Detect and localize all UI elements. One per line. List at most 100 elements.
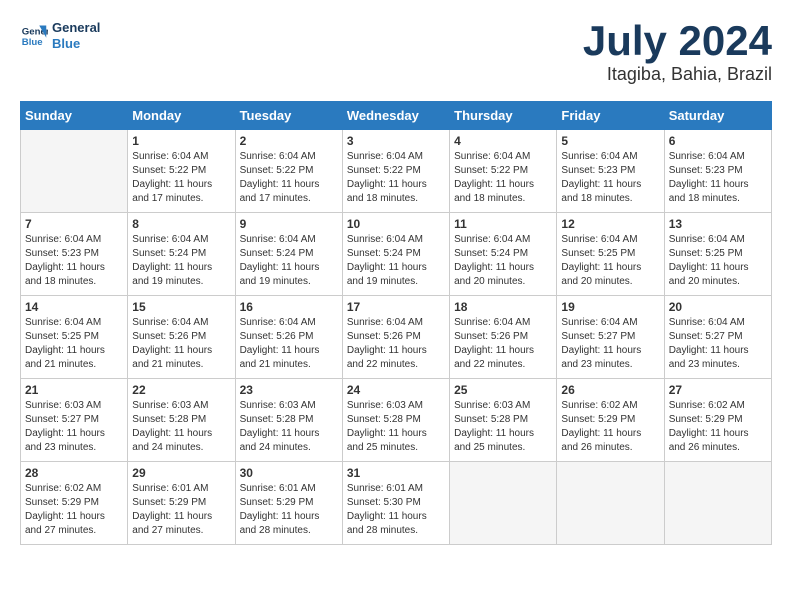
cell-sun-info: Sunrise: 6:04 AMSunset: 5:26 PMDaylight:… [454,316,552,372]
day-number: 26 [561,383,659,397]
day-number: 24 [347,383,445,397]
cell-sun-info: Sunrise: 6:04 AMSunset: 5:22 PMDaylight:… [454,150,552,206]
calendar-cell: 5 Sunrise: 6:04 AMSunset: 5:23 PMDaylight… [557,130,664,213]
weekday-header-monday: Monday [128,102,235,130]
day-number: 23 [240,383,338,397]
cell-sun-info: Sunrise: 6:03 AMSunset: 5:28 PMDaylight:… [132,399,230,455]
week-row-1: 1 Sunrise: 6:04 AMSunset: 5:22 PMDaylight… [21,130,772,213]
day-number: 10 [347,217,445,231]
cell-sun-info: Sunrise: 6:04 AMSunset: 5:25 PMDaylight:… [25,316,123,372]
calendar-cell: 26 Sunrise: 6:02 AMSunset: 5:29 PMDayligh… [557,379,664,462]
day-number: 8 [132,217,230,231]
calendar-cell: 25Sunrise: 6:03 AMSunset: 5:28 PMDayligh… [450,379,557,462]
cell-sun-info: Sunrise: 6:02 AMSunset: 5:29 PMDaylight:… [669,399,767,455]
day-number: 16 [240,300,338,314]
calendar-cell: 10 Sunrise: 6:04 AMSunset: 5:24 PMDayligh… [342,213,449,296]
day-number: 29 [132,466,230,480]
cell-sun-info: Sunrise: 6:03 AMSunset: 5:27 PMDaylight:… [25,399,123,455]
cell-sun-info: Sunrise: 6:04 AMSunset: 5:25 PMDaylight:… [561,233,659,289]
weekday-header-row: SundayMondayTuesdayWednesdayThursdayFrid… [21,102,772,130]
title-block: July 2024 Itagiba, Bahia, Brazil [583,20,772,85]
logo-icon: General Blue [20,22,48,50]
day-number: 30 [240,466,338,480]
location-title: Itagiba, Bahia, Brazil [583,64,772,85]
day-number: 31 [347,466,445,480]
day-number: 3 [347,134,445,148]
calendar-cell: 14 Sunrise: 6:04 AMSunset: 5:25 PMDayligh… [21,296,128,379]
cell-sun-info: Sunrise: 6:04 AMSunset: 5:22 PMDaylight:… [132,150,230,206]
cell-sun-info: Sunrise: 6:04 AMSunset: 5:24 PMDaylight:… [454,233,552,289]
day-number: 17 [347,300,445,314]
calendar-cell: 1 Sunrise: 6:04 AMSunset: 5:22 PMDaylight… [128,130,235,213]
calendar-cell: 7 Sunrise: 6:04 AMSunset: 5:23 PMDaylight… [21,213,128,296]
calendar-cell [664,462,771,545]
calendar-cell: 13 Sunrise: 6:04 AMSunset: 5:25 PMDayligh… [664,213,771,296]
weekday-header-tuesday: Tuesday [235,102,342,130]
calendar-cell: 23 Sunrise: 6:03 AMSunset: 5:28 PMDayligh… [235,379,342,462]
day-number: 19 [561,300,659,314]
weekday-header-friday: Friday [557,102,664,130]
cell-sun-info: Sunrise: 6:04 AMSunset: 5:26 PMDaylight:… [240,316,338,372]
cell-sun-info: Sunrise: 6:04 AMSunset: 5:27 PMDaylight:… [561,316,659,372]
calendar-cell: 16 Sunrise: 6:04 AMSunset: 5:26 PMDayligh… [235,296,342,379]
calendar-cell: 3 Sunrise: 6:04 AMSunset: 5:22 PMDaylight… [342,130,449,213]
calendar-cell: 20 Sunrise: 6:04 AMSunset: 5:27 PMDayligh… [664,296,771,379]
day-number: 27 [669,383,767,397]
cell-sun-info: Sunrise: 6:04 AMSunset: 5:24 PMDaylight:… [240,233,338,289]
day-number: 9 [240,217,338,231]
day-number: 2 [240,134,338,148]
week-row-5: 28 Sunrise: 6:02 AMSunset: 5:29 PMDayligh… [21,462,772,545]
cell-sun-info: Sunrise: 6:02 AMSunset: 5:29 PMDaylight:… [25,482,123,538]
logo-blue: Blue [52,36,100,52]
weekday-header-wednesday: Wednesday [342,102,449,130]
cell-sun-info: Sunrise: 6:04 AMSunset: 5:27 PMDaylight:… [669,316,767,372]
calendar-cell: 4 Sunrise: 6:04 AMSunset: 5:22 PMDaylight… [450,130,557,213]
day-number: 4 [454,134,552,148]
calendar-cell: 27 Sunrise: 6:02 AMSunset: 5:29 PMDayligh… [664,379,771,462]
day-number: 22 [132,383,230,397]
calendar-cell: 9 Sunrise: 6:04 AMSunset: 5:24 PMDaylight… [235,213,342,296]
day-number: 20 [669,300,767,314]
cell-sun-info: Sunrise: 6:01 AMSunset: 5:29 PMDaylight:… [132,482,230,538]
calendar-cell: 18 Sunrise: 6:04 AMSunset: 5:26 PMDayligh… [450,296,557,379]
calendar-cell: 31Sunrise: 6:01 AMSunset: 5:30 PMDayligh… [342,462,449,545]
weekday-header-saturday: Saturday [664,102,771,130]
day-number: 13 [669,217,767,231]
weekday-header-thursday: Thursday [450,102,557,130]
svg-text:Blue: Blue [22,36,43,47]
cell-sun-info: Sunrise: 6:04 AMSunset: 5:22 PMDaylight:… [240,150,338,206]
cell-sun-info: Sunrise: 6:01 AMSunset: 5:29 PMDaylight:… [240,482,338,538]
day-number: 7 [25,217,123,231]
cell-sun-info: Sunrise: 6:04 AMSunset: 5:24 PMDaylight:… [347,233,445,289]
day-number: 1 [132,134,230,148]
calendar-cell: 28 Sunrise: 6:02 AMSunset: 5:29 PMDayligh… [21,462,128,545]
calendar-cell [450,462,557,545]
calendar-cell: 17 Sunrise: 6:04 AMSunset: 5:26 PMDayligh… [342,296,449,379]
calendar-cell: 30 Sunrise: 6:01 AMSunset: 5:29 PMDayligh… [235,462,342,545]
cell-sun-info: Sunrise: 6:03 AMSunset: 5:28 PMDaylight:… [454,399,552,455]
calendar-cell [557,462,664,545]
cell-sun-info: Sunrise: 6:04 AMSunset: 5:26 PMDaylight:… [347,316,445,372]
day-number: 5 [561,134,659,148]
calendar-cell: 21 Sunrise: 6:03 AMSunset: 5:27 PMDayligh… [21,379,128,462]
calendar-cell [21,130,128,213]
day-number: 15 [132,300,230,314]
calendar-cell: 8 Sunrise: 6:04 AMSunset: 5:24 PMDaylight… [128,213,235,296]
day-number: 6 [669,134,767,148]
cell-sun-info: Sunrise: 6:03 AMSunset: 5:28 PMDaylight:… [240,399,338,455]
cell-sun-info: Sunrise: 6:04 AMSunset: 5:25 PMDaylight:… [669,233,767,289]
day-number: 18 [454,300,552,314]
cell-sun-info: Sunrise: 6:02 AMSunset: 5:29 PMDaylight:… [561,399,659,455]
calendar-cell: 6 Sunrise: 6:04 AMSunset: 5:23 PMDaylight… [664,130,771,213]
cell-sun-info: Sunrise: 6:04 AMSunset: 5:23 PMDaylight:… [25,233,123,289]
weekday-header-sunday: Sunday [21,102,128,130]
cell-sun-info: Sunrise: 6:04 AMSunset: 5:26 PMDaylight:… [132,316,230,372]
cell-sun-info: Sunrise: 6:04 AMSunset: 5:24 PMDaylight:… [132,233,230,289]
cell-sun-info: Sunrise: 6:04 AMSunset: 5:23 PMDaylight:… [561,150,659,206]
calendar-cell: 19 Sunrise: 6:04 AMSunset: 5:27 PMDayligh… [557,296,664,379]
cell-sun-info: Sunrise: 6:04 AMSunset: 5:22 PMDaylight:… [347,150,445,206]
day-number: 21 [25,383,123,397]
day-number: 14 [25,300,123,314]
day-number: 28 [25,466,123,480]
cell-sun-info: Sunrise: 6:04 AMSunset: 5:23 PMDaylight:… [669,150,767,206]
